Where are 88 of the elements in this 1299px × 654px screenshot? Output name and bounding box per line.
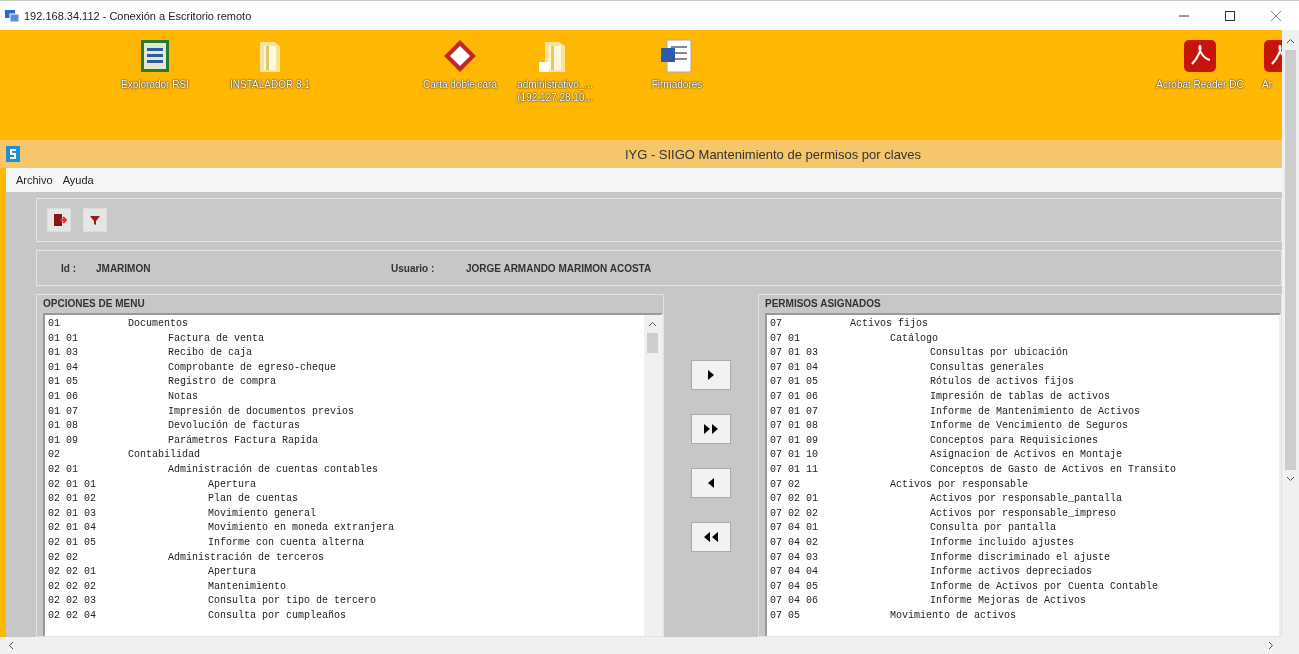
- menu-item[interactable]: Archivo: [16, 174, 53, 186]
- list-row[interactable]: 07 01 09 Conceptos para Requisiciones: [770, 433, 1276, 449]
- remote-desktop-icon: [4, 8, 20, 23]
- list-row[interactable]: 07 01 05 Rótulos de activos fijos: [770, 375, 1276, 390]
- icon-label: INSTALADOR 8.1: [230, 78, 310, 91]
- list-row[interactable]: 02 02 01 Apertura: [48, 565, 641, 580]
- list-row[interactable]: 07 04 04 Informe activos depreciados: [770, 565, 1276, 580]
- list-row[interactable]: 01 08 Devolución de facturas: [48, 419, 641, 434]
- id-value: JMARIMON: [96, 262, 152, 274]
- scroll-thumb[interactable]: [647, 333, 658, 353]
- scroll-up-icon[interactable]: [648, 321, 657, 327]
- scrollbar[interactable]: [644, 315, 661, 636]
- list-row[interactable]: 02 02 Administración de terceros: [48, 550, 641, 566]
- remove-button[interactable]: [691, 522, 731, 552]
- list-row[interactable]: 02 01 04 Movimiento en moneda extranjera: [48, 521, 641, 536]
- list-row[interactable]: 07 04 06 Informe Mejoras de Activos: [770, 594, 1276, 609]
- diamond-icon[interactable]: [442, 38, 478, 74]
- scroll-down-icon[interactable]: [1286, 476, 1295, 482]
- list-row[interactable]: 02 02 02 Mantenimiento: [48, 579, 641, 595]
- scroll-left-icon[interactable]: [8, 641, 14, 650]
- filter-icon: [88, 213, 102, 227]
- group-title: PERMISOS ASIGNADOS: [765, 297, 882, 311]
- list-row[interactable]: 07 02 02 Activos por responsable_impreso: [770, 506, 1276, 522]
- horizontal-scrollbar[interactable]: [0, 637, 1282, 654]
- list-row[interactable]: 07 Activos fijos: [770, 317, 1276, 332]
- list-row[interactable]: 07 01 04 Consultas generales: [770, 360, 1276, 376]
- pdf-reader-icon[interactable]: [1182, 38, 1218, 74]
- double-right-arrow-icon: [703, 424, 719, 434]
- list-row[interactable]: 02 02 03 Consulta por tipo de tercero: [48, 594, 641, 609]
- remove-button[interactable]: [691, 468, 731, 498]
- group-title: OPCIONES DE MENU: [43, 297, 146, 311]
- list-row[interactable]: 07 04 02 Informe incluido ajustes: [770, 535, 1276, 551]
- scroll-up-icon[interactable]: [1286, 38, 1295, 44]
- list-row[interactable]: 02 02 04 Consulta por cumpleaños: [48, 608, 641, 624]
- scroll-thumb[interactable]: [1285, 50, 1296, 470]
- list-row[interactable]: 07 04 05 Informe de Activos por Cuenta Contable: [770, 579, 1276, 595]
- list-row[interactable]: 01 06 Notas: [48, 389, 641, 405]
- list-row[interactable]: 07 01 06 Impresión de tablas de activos: [770, 389, 1276, 405]
- list-row[interactable]: 07 01 03 Consultas por ubicación: [770, 346, 1276, 361]
- list-row[interactable]: 07 05 Movimiento de activos: [770, 608, 1276, 624]
- left-arrow-icon: [707, 478, 715, 488]
- icon-label: administrativo_... (192.127.28.10...: [516, 78, 594, 104]
- window-title: 192.168.34.112 - Conexión a Escritorio remoto: [24, 9, 252, 22]
- close-icon: [1270, 9, 1282, 22]
- list-row[interactable]: 01 04 Comprobante de egreso-cheque: [48, 360, 641, 376]
- word-document-icon[interactable]: [659, 38, 695, 74]
- list-row[interactable]: 02 01 02 Plan de cuentas: [48, 492, 641, 507]
- user-label: Usuario :: [391, 262, 436, 274]
- list-row[interactable]: 02 01 05 Informe con cuenta alterna: [48, 535, 641, 551]
- icon-label: Explorador RSI: [121, 78, 189, 91]
- icon-label: Ar: [1262, 78, 1272, 91]
- list-row[interactable]: 01 03 Recibo de caja: [48, 346, 641, 361]
- scroll-right-icon[interactable]: [1268, 641, 1274, 650]
- list-row[interactable]: 07 04 03 Informe discriminado el ajuste: [770, 550, 1276, 566]
- list-row[interactable]: 07 01 11 Conceptos de Gasto de Activos en Transito: [770, 462, 1276, 478]
- list-row[interactable]: 01 09 Parámetros Factura Rapida: [48, 433, 641, 449]
- maximize-icon: [1224, 9, 1236, 22]
- vertical-scrollbar[interactable]: [1282, 30, 1299, 654]
- list-row[interactable]: 07 02 01 Activos por responsable_pantalla: [770, 492, 1276, 507]
- list-row[interactable]: 07 04 01 Consulta por pantalla: [770, 521, 1276, 536]
- list-row[interactable]: 01 07 Impresión de documentos previos: [48, 404, 641, 420]
- add-button[interactable]: [691, 414, 731, 444]
- menu-item[interactable]: Ayuda: [62, 174, 94, 186]
- list-row[interactable]: 01 01 Factura de venta: [48, 331, 641, 347]
- filter-button[interactable]: [83, 208, 107, 232]
- list-row[interactable]: 07 01 Catálogo: [770, 331, 1276, 347]
- list-row[interactable]: 02 01 Administración de cuentas contables: [48, 462, 641, 478]
- list-row[interactable]: 01 05 Registro de compra: [48, 375, 641, 390]
- list-row[interactable]: 02 01 03 Movimiento general: [48, 506, 641, 522]
- add-button[interactable]: [691, 360, 731, 390]
- list-row[interactable]: 02 01 01 Apertura: [48, 477, 641, 493]
- icon-label: Firmadores: [651, 78, 703, 91]
- list-row[interactable]: 07 01 10 Asignacion de Activos en Montaje: [770, 448, 1276, 463]
- exit-door-icon: [51, 212, 67, 228]
- list-row[interactable]: 07 02 Activos por responsable: [770, 477, 1276, 493]
- list-row[interactable]: 07 01 07 Informe de Mantenimiento de Activos: [770, 404, 1276, 420]
- list-row[interactable]: 01 Documentos: [48, 317, 641, 332]
- app-logo-icon: [6, 146, 20, 162]
- id-label: Id :: [61, 262, 77, 274]
- icon-label: Carta doble cara: [423, 78, 497, 91]
- double-left-arrow-icon: [703, 532, 719, 542]
- list-row[interactable]: 02 Contabilidad: [48, 448, 641, 463]
- icon-label: Acrobat Reader DC: [1156, 78, 1244, 91]
- list-row[interactable]: 07 01 08 Informe de Vencimiento de Seguros: [770, 419, 1276, 434]
- app-title: IYG - SIIGO Mantenimiento de permisos por claves: [623, 146, 923, 162]
- user-value: JORGE ARMANDO MARIMON ACOSTA: [466, 262, 652, 274]
- exit-button[interactable]: [47, 208, 71, 232]
- right-arrow-icon: [707, 370, 715, 380]
